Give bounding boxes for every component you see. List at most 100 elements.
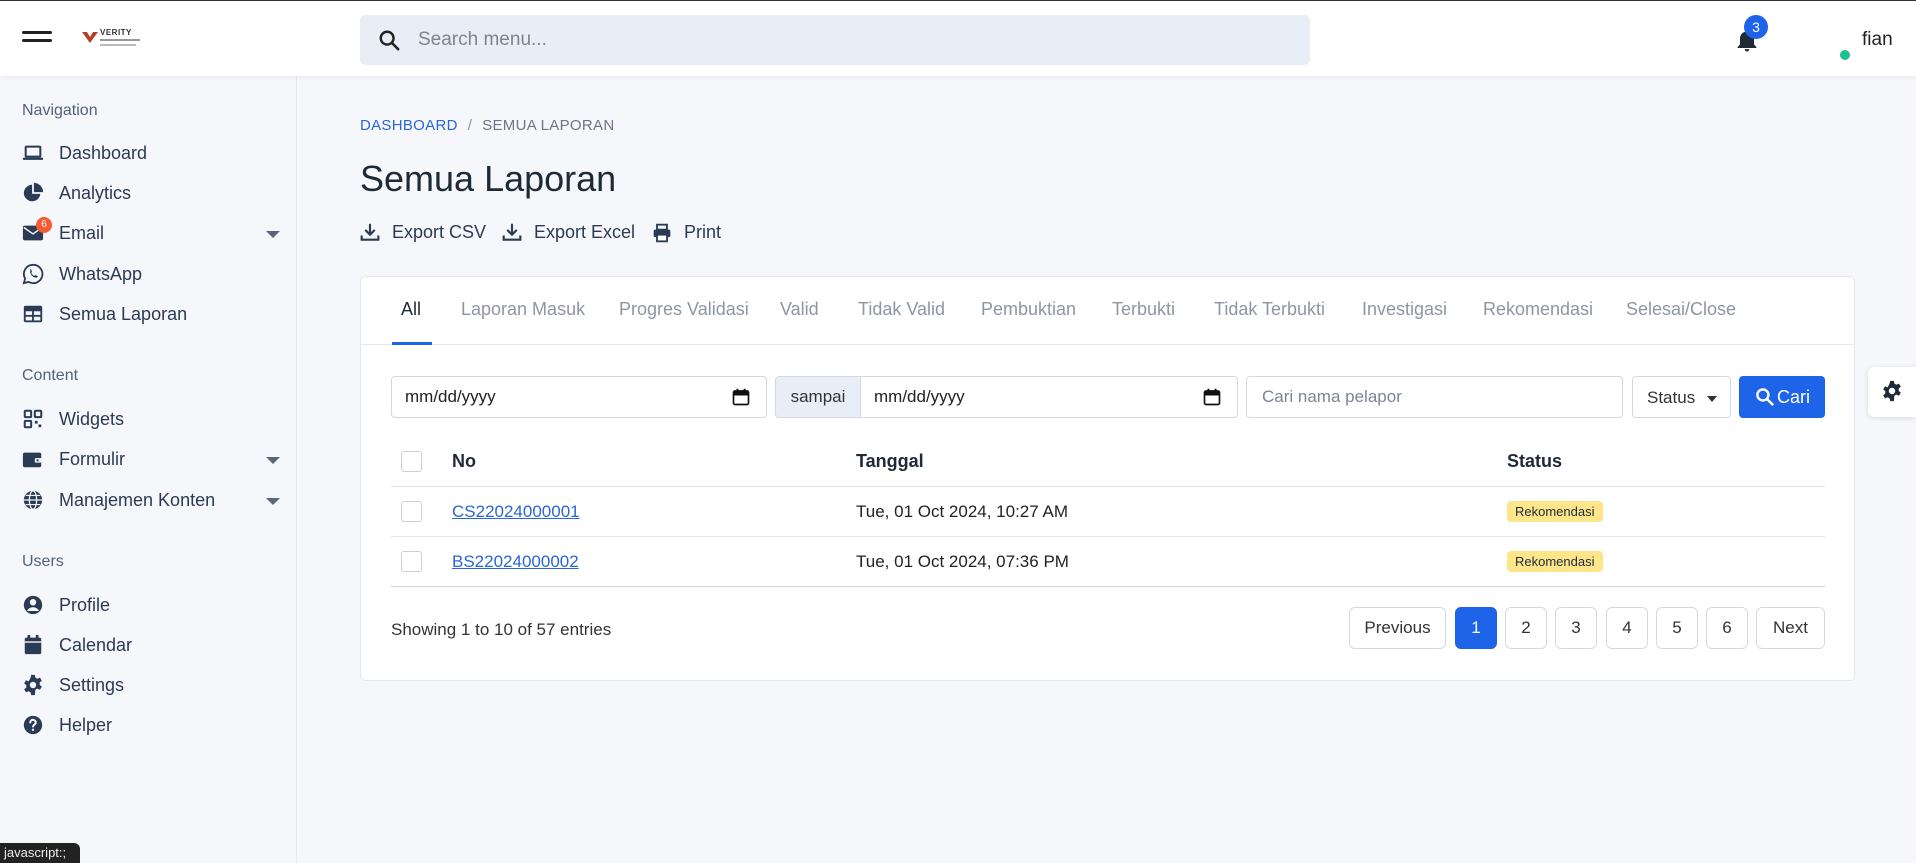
- breadcrumb-dashboard-link[interactable]: DASHBOARD: [360, 117, 458, 134]
- wallet-icon: [22, 452, 44, 468]
- table-row: BS22024000002 Tue, 01 Oct 2024, 07:36 PM…: [391, 537, 1825, 587]
- sidebar-item-widgets[interactable]: Widgets: [22, 402, 280, 436]
- tab-tidak-terbukti[interactable]: Tidak Terbukti: [1214, 299, 1325, 320]
- table-icon: [23, 305, 43, 323]
- sidebar-item-label: Settings: [59, 675, 125, 695]
- chevron-down-icon: [266, 457, 280, 464]
- status-dropdown-label: Status: [1647, 388, 1696, 407]
- chevron-down-icon: [266, 498, 280, 505]
- sidebar-section-content: Content: [22, 367, 79, 384]
- sidebar-item-calendar[interactable]: Calendar: [22, 628, 280, 662]
- sidebar-item-label: Semua Laporan: [59, 304, 188, 324]
- report-number-link[interactable]: CS22024000001: [452, 502, 580, 522]
- report-number-link[interactable]: BS22024000002: [452, 552, 579, 572]
- download-icon: [502, 223, 522, 241]
- sidebar-item-label: Dashboard: [59, 143, 148, 163]
- search-button-label: Cari: [1777, 387, 1811, 407]
- sidebar-item-label: Email: [59, 223, 105, 243]
- sidebar-item-analytics[interactable]: Analytics: [22, 176, 280, 210]
- logo-text: VERITY: [100, 28, 132, 37]
- column-header-no[interactable]: No: [452, 451, 476, 472]
- reports-card: All Laporan Masuk Progres Validasi Valid…: [360, 276, 1855, 681]
- reporter-name-input[interactable]: [1246, 376, 1623, 418]
- pagination-page-5[interactable]: 5: [1656, 607, 1698, 649]
- print-button[interactable]: Print: [652, 220, 732, 246]
- tab-progres-validasi[interactable]: Progres Validasi: [619, 299, 749, 320]
- user-menu[interactable]: fian: [1862, 29, 1893, 51]
- entries-summary: Showing 1 to 10 of 57 entries: [391, 620, 612, 639]
- sidebar-item-label: Formulir: [59, 449, 125, 469]
- date-to-input[interactable]: mm/dd/yyyy: [860, 376, 1238, 418]
- select-all-checkbox[interactable]: [401, 451, 422, 472]
- sidebar-item-settings[interactable]: Settings: [22, 668, 280, 702]
- email-count-badge: 6: [36, 217, 52, 233]
- tab-valid[interactable]: Valid: [780, 299, 819, 320]
- search-button[interactable]: Cari: [1739, 376, 1825, 418]
- sidebar-section-navigation: Navigation: [22, 102, 98, 119]
- sidebar-item-label: Calendar: [59, 635, 133, 655]
- pagination-page-6[interactable]: 6: [1706, 607, 1748, 649]
- tab-investigasi[interactable]: Investigasi: [1362, 299, 1447, 320]
- export-csv-label: Export CSV: [392, 222, 487, 242]
- report-date: Tue, 01 Oct 2024, 07:36 PM: [856, 552, 1069, 571]
- user-circle-icon: [23, 595, 43, 615]
- tab-pembuktian[interactable]: Pembuktian: [981, 299, 1076, 320]
- column-header-status[interactable]: Status: [1507, 451, 1562, 472]
- sidebar-item-formulir[interactable]: Formulir: [22, 442, 280, 476]
- tab-terbukti[interactable]: Terbukti: [1112, 299, 1175, 320]
- sidebar-item-label: WhatsApp: [59, 264, 143, 284]
- tab-tidak-valid[interactable]: Tidak Valid: [858, 299, 945, 320]
- download-icon: [360, 223, 380, 241]
- top-bar: VERITY 3 fian: [0, 0, 1916, 76]
- hamburger-menu-icon[interactable]: [22, 31, 52, 47]
- sidebar-item-label: Helper: [59, 715, 113, 735]
- calendar-icon: [24, 634, 42, 655]
- export-excel-button[interactable]: Export Excel: [502, 220, 635, 246]
- date-from-input[interactable]: mm/dd/yyyy: [391, 376, 767, 418]
- pagination-page-1[interactable]: 1: [1455, 607, 1497, 649]
- online-status-dot: [1840, 50, 1850, 60]
- logo[interactable]: VERITY: [82, 27, 142, 51]
- pagination-previous[interactable]: Previous: [1349, 607, 1446, 649]
- status-dropdown[interactable]: Status: [1632, 376, 1731, 418]
- pagination-page-4[interactable]: 4: [1606, 607, 1648, 649]
- sidebar: Navigation Dashboard Analytics 6 Email W…: [0, 76, 297, 863]
- gear-icon: [24, 674, 42, 696]
- date-to-value: mm/dd/yyyy: [874, 387, 965, 406]
- status-tabs: All Laporan Masuk Progres Validasi Valid…: [361, 277, 1854, 345]
- sidebar-item-email[interactable]: 6 Email: [22, 216, 280, 250]
- widgets-icon: [23, 409, 43, 429]
- pagination-next[interactable]: Next: [1756, 607, 1825, 649]
- globe-icon: [23, 490, 43, 510]
- export-csv-button[interactable]: Export CSV: [360, 220, 486, 246]
- caret-down-icon: [1707, 396, 1717, 402]
- tab-all[interactable]: All: [401, 299, 421, 320]
- sidebar-item-label: Widgets: [59, 409, 125, 429]
- breadcrumb-separator: /: [467, 117, 473, 134]
- search-icon: [1756, 388, 1774, 406]
- sidebar-item-helper[interactable]: Helper: [22, 708, 280, 742]
- sidebar-item-semua-laporan[interactable]: Semua Laporan: [22, 297, 280, 331]
- tab-selesai-close[interactable]: Selesai/Close: [1626, 299, 1736, 320]
- status-badge: Rekomendasi: [1507, 501, 1603, 522]
- pagination-page-2[interactable]: 2: [1505, 607, 1547, 649]
- sidebar-item-profile[interactable]: Profile: [22, 588, 280, 622]
- tab-rekomendasi[interactable]: Rekomendasi: [1483, 299, 1593, 320]
- sidebar-item-whatsapp[interactable]: WhatsApp: [22, 257, 280, 291]
- sidebar-item-label: Profile: [59, 595, 111, 615]
- sidebar-item-label: Manajemen Konten: [59, 490, 216, 510]
- calendar-icon: [1203, 388, 1221, 406]
- pagination-page-3[interactable]: 3: [1555, 607, 1597, 649]
- theme-settings-button[interactable]: [1868, 367, 1916, 417]
- sidebar-item-manajemen-konten[interactable]: Manajemen Konten: [22, 483, 280, 517]
- row-checkbox[interactable]: [401, 501, 422, 522]
- column-header-tanggal[interactable]: Tanggal: [856, 451, 924, 472]
- pie-chart-icon: [23, 182, 44, 202]
- tab-laporan-masuk[interactable]: Laporan Masuk: [461, 299, 585, 320]
- row-checkbox[interactable]: [401, 551, 422, 572]
- page-title: Semua Laporan: [360, 158, 617, 199]
- whatsapp-icon: [22, 263, 44, 285]
- sidebar-item-dashboard[interactable]: Dashboard: [22, 136, 280, 170]
- search-input[interactable]: [418, 25, 1278, 55]
- notification-badge: 3: [1744, 15, 1768, 39]
